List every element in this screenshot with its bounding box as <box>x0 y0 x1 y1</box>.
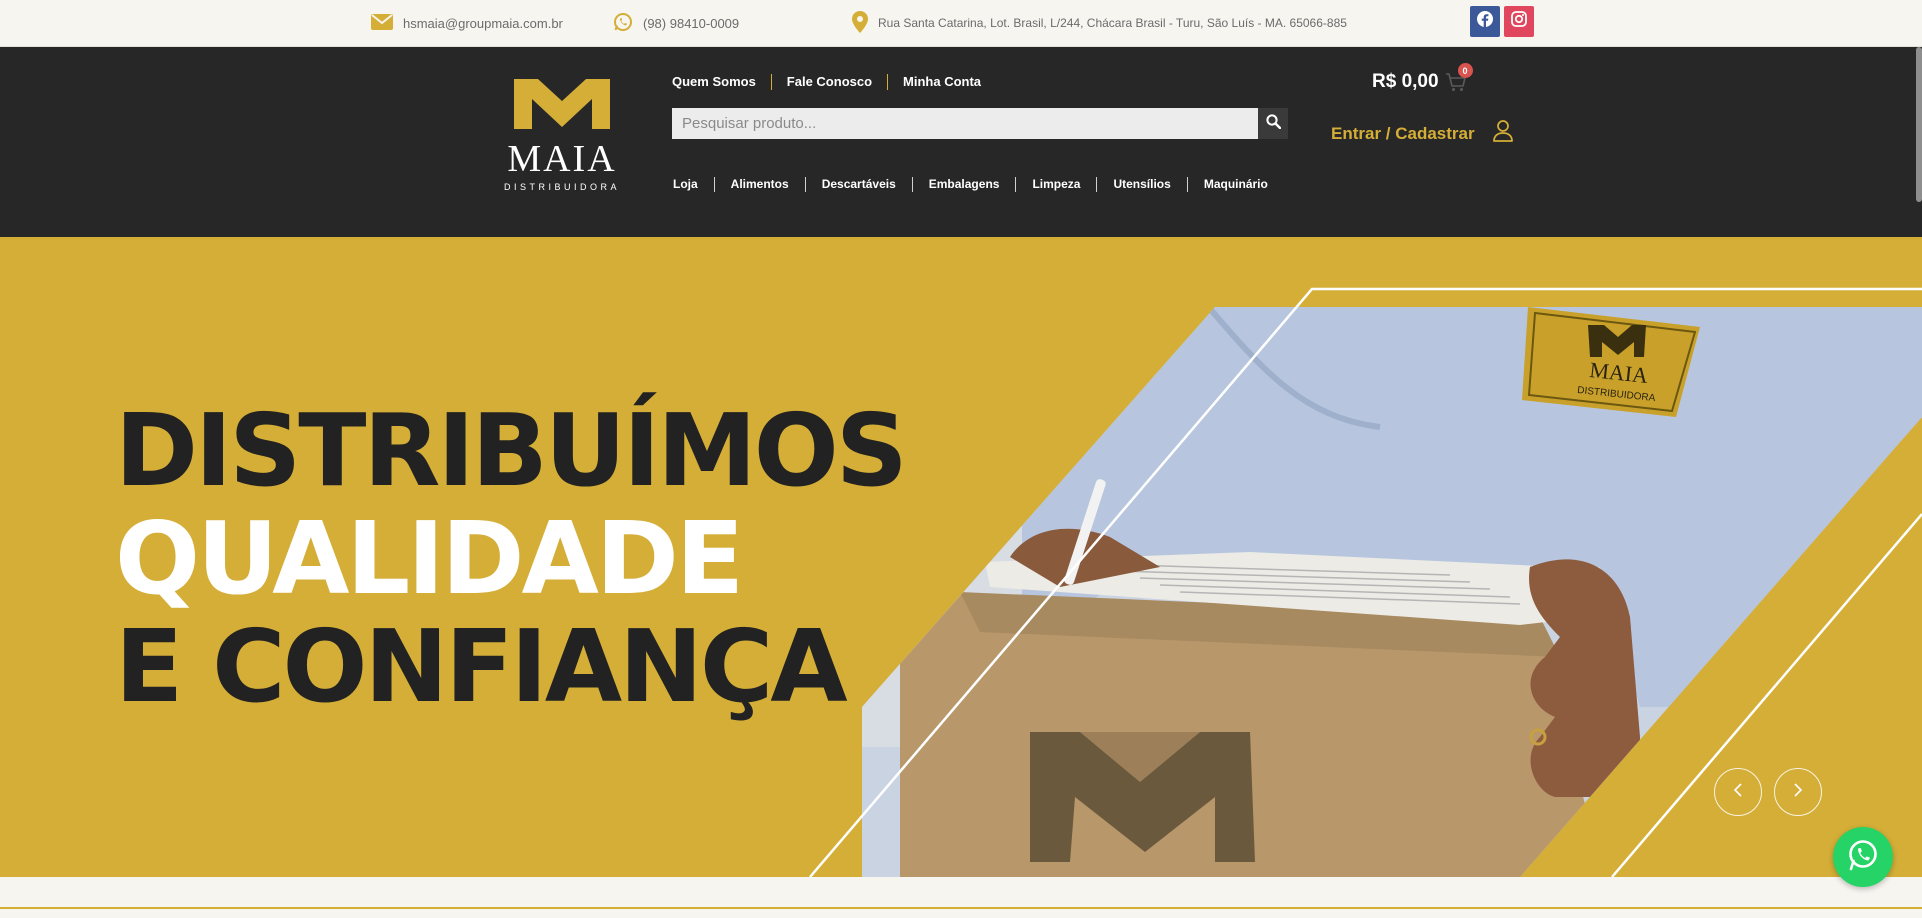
slider-next-button[interactable] <box>1774 768 1822 816</box>
m-logo-icon <box>514 79 610 129</box>
facebook-icon <box>1477 11 1493 32</box>
link-quem-somos[interactable]: Quem Somos <box>672 74 771 90</box>
chevron-right-icon <box>1792 782 1804 803</box>
whatsapp-icon <box>1846 838 1880 877</box>
search-bar <box>672 108 1288 139</box>
email-text: hsmaia@groupmaia.com.br <box>403 15 563 31</box>
facebook-button[interactable] <box>1470 6 1500 37</box>
page: hsmaia@groupmaia.com.br (98) 98410-0009 … <box>0 0 1922 918</box>
nav-item-utensilios[interactable]: Utensílios <box>1096 176 1186 192</box>
page-scrollbar[interactable] <box>1916 47 1922 202</box>
page-below-hero <box>0 877 1922 918</box>
map-pin-icon <box>852 10 868 36</box>
cart-button[interactable]: R$ 0,00 0 <box>1372 63 1473 93</box>
maia-logo[interactable]: MAIA DISTRIBUIDORA <box>500 77 624 197</box>
nav-item-maquinario[interactable]: Maquinário <box>1186 176 1284 192</box>
headline-line-1: DISTRIBUÍMOS <box>115 392 908 509</box>
user-icon <box>1492 120 1513 147</box>
search-input[interactable] <box>672 108 1258 139</box>
phone-text: (98) 98410-0009 <box>643 15 740 31</box>
address-text: Rua Santa Catarina, Lot. Brasil, L/244, … <box>878 16 1347 30</box>
logo-word: MAIA <box>507 138 617 180</box>
envelope-icon <box>371 13 393 33</box>
slider-prev-button[interactable] <box>1714 768 1762 816</box>
headline-line-3: E CONFIANÇA <box>115 608 848 725</box>
nav-item-alimentos[interactable]: Alimentos <box>713 176 805 192</box>
cart-total: R$ 0,00 <box>1372 71 1439 92</box>
contact-phone[interactable]: (98) 98410-0009 <box>613 12 739 34</box>
whatsapp-icon <box>613 12 633 35</box>
hero-banner: MAIA DISTRIBUIDORA DISTRIBUÍMOS QUALIDAD… <box>0 237 1922 877</box>
login-register-link[interactable]: Entrar / Cadastrar <box>1331 120 1513 147</box>
search-button[interactable] <box>1258 108 1288 139</box>
headline-line-2: QUALIDADE <box>115 500 744 617</box>
instagram-icon <box>1511 11 1527 32</box>
main-nav: Loja Alimentos Descartáveis Embalagens L… <box>672 175 1284 193</box>
hero-headline: DISTRIBUÍMOS QUALIDADE E CONFIANÇA <box>115 392 908 725</box>
nav-item-loja[interactable]: Loja <box>672 177 714 192</box>
cart-count-badge: 0 <box>1457 63 1473 78</box>
instagram-button[interactable] <box>1504 6 1534 37</box>
whatsapp-chat-button[interactable] <box>1833 827 1893 887</box>
contact-address: Rua Santa Catarina, Lot. Brasil, L/244, … <box>852 10 1347 36</box>
contact-email[interactable]: hsmaia@groupmaia.com.br <box>371 12 563 34</box>
search-icon <box>1265 113 1281 134</box>
login-text: Entrar / Cadastrar <box>1331 123 1475 143</box>
section-divider <box>0 907 1922 909</box>
nav-item-embalagens[interactable]: Embalagens <box>911 176 1016 192</box>
top-info-bar: hsmaia@groupmaia.com.br (98) 98410-0009 … <box>0 0 1922 47</box>
site-header: MAIA DISTRIBUIDORA Quem Somos Fale Conos… <box>0 47 1922 237</box>
nav-item-limpeza[interactable]: Limpeza <box>1015 176 1096 192</box>
chevron-left-icon <box>1732 782 1744 803</box>
nav-item-descartaveis[interactable]: Descartáveis <box>804 176 912 192</box>
link-fale-conosco[interactable]: Fale Conosco <box>770 74 887 90</box>
link-minha-conta[interactable]: Minha Conta <box>887 74 996 90</box>
header-top-links: Quem Somos Fale Conosco Minha Conta <box>672 73 996 91</box>
logo-subtitle: DISTRIBUIDORA <box>503 182 620 192</box>
cart-icon: 0 <box>1445 63 1473 93</box>
